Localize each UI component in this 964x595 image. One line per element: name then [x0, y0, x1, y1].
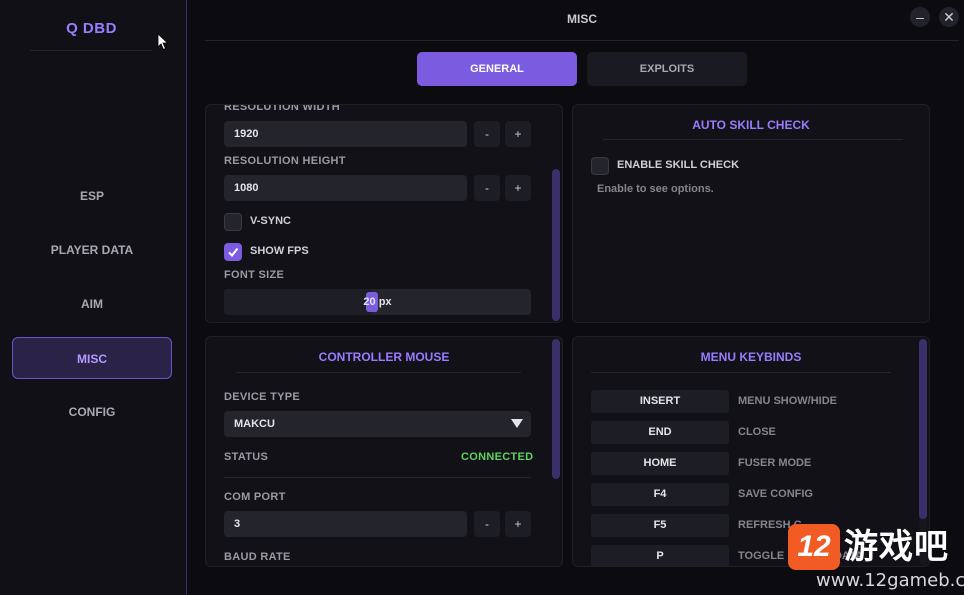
- com-port-input[interactable]: 3: [224, 511, 467, 537]
- keybind-end-button[interactable]: END: [591, 421, 729, 444]
- skill-check-hint: Enable to see options.: [597, 183, 714, 195]
- watermark-badge: 12: [788, 524, 840, 570]
- baud-rate-label: BAUD RATE: [224, 551, 291, 563]
- sidebar: Q DBD ESP PLAYER DATA AIM MISC CONFIG: [0, 0, 187, 595]
- status-divider: [224, 477, 531, 478]
- page-title: MISC: [567, 12, 597, 26]
- tab-exploits[interactable]: EXPLOITS: [587, 52, 747, 86]
- resolution-height-increment-button[interactable]: +: [505, 175, 531, 201]
- com-port-decrement-button[interactable]: -: [474, 511, 500, 537]
- font-size-label: FONT SIZE: [224, 269, 285, 281]
- keybind-action-label: CLOSE: [738, 426, 776, 438]
- sidebar-item-config[interactable]: CONFIG: [12, 391, 172, 433]
- com-port-label: COM PORT: [224, 491, 286, 503]
- tab-general[interactable]: GENERAL: [417, 52, 577, 86]
- controller-mouse-divider: [236, 372, 521, 373]
- show-fps-label: SHOW FPS: [250, 245, 309, 257]
- controller-mouse-panel: CONTROLLER MOUSE DEVICE TYPE MAKCU STATU…: [205, 336, 563, 567]
- enable-skill-check-label: ENABLE SKILL CHECK: [617, 159, 740, 171]
- font-size-slider[interactable]: 20 px: [224, 289, 531, 315]
- device-type-label: DEVICE TYPE: [224, 391, 301, 403]
- connection-status-badge: CONNECTED: [461, 451, 534, 463]
- keybind-insert-button[interactable]: INSERT: [591, 390, 729, 413]
- resolution-width-increment-button[interactable]: +: [505, 121, 531, 147]
- keybind-action-label: MENU SHOW/HIDE: [738, 395, 837, 407]
- dropdown-arrow-icon: [511, 419, 523, 428]
- checkmark-icon: [228, 247, 239, 258]
- controller-mouse-title: CONTROLLER MOUSE: [318, 350, 450, 364]
- keybind-p-button[interactable]: P: [591, 545, 729, 566]
- controller-panel-scroll-thumb[interactable]: [552, 339, 560, 479]
- header-divider: [205, 40, 959, 41]
- auto-skill-check-panel: AUTO SKILL CHECK ENABLE SKILL CHECK Enab…: [572, 104, 930, 323]
- status-label: STATUS: [224, 451, 269, 463]
- auto-skill-check-title: AUTO SKILL CHECK: [692, 118, 810, 132]
- font-size-value: 20 px: [363, 296, 392, 308]
- minimize-button[interactable]: –: [910, 7, 930, 27]
- resolution-width-input[interactable]: 1920: [224, 121, 467, 147]
- show-fps-checkbox[interactable]: [224, 243, 242, 261]
- resolution-height-label: RESOLUTION HEIGHT: [224, 155, 346, 167]
- sidebar-item-misc[interactable]: MISC: [12, 337, 172, 379]
- display-panel-scrollbar[interactable]: [552, 169, 560, 321]
- menu-keybinds-title: MENU KEYBINDS: [700, 350, 802, 364]
- enable-skill-check-checkbox[interactable]: [591, 157, 609, 175]
- sidebar-item-player-data[interactable]: PLAYER DATA: [12, 229, 172, 271]
- controller-panel-scrollbar[interactable]: [552, 339, 560, 479]
- resolution-height-decrement-button[interactable]: -: [474, 175, 500, 201]
- sidebar-item-esp[interactable]: ESP: [12, 175, 172, 217]
- display-panel-scroll-thumb[interactable]: [552, 169, 560, 321]
- device-type-value: MAKCU: [234, 418, 275, 430]
- keybind-f4-button[interactable]: F4: [591, 483, 729, 506]
- keybind-action-label: FUSER MODE: [738, 457, 812, 469]
- minimize-icon: –: [916, 9, 924, 25]
- vsync-checkbox[interactable]: [224, 213, 242, 231]
- device-type-select[interactable]: MAKCU: [224, 411, 531, 437]
- display-settings-panel: RESOLUTION WIDTH 1920 - + RESOLUTION HEI…: [205, 104, 563, 323]
- keybind-action-label: SAVE CONFIG: [738, 488, 813, 500]
- watermark-text: 游戏吧: [844, 528, 949, 566]
- resolution-width-label: RESOLUTION WIDTH: [224, 104, 341, 113]
- resolution-height-input[interactable]: 1080: [224, 175, 467, 201]
- brand-divider: [30, 50, 152, 51]
- keybind-f5-button[interactable]: F5: [591, 514, 729, 537]
- mouse-cursor-icon: [157, 33, 169, 51]
- resolution-width-decrement-button[interactable]: -: [474, 121, 500, 147]
- watermark: 12 游戏吧 www.12gameb.com: [788, 520, 964, 595]
- keybinds-panel-scroll-thumb[interactable]: [919, 339, 927, 519]
- keybind-home-button[interactable]: HOME: [591, 452, 729, 475]
- close-button[interactable]: ✕: [939, 7, 959, 27]
- auto-skill-check-divider: [603, 139, 903, 140]
- sidebar-item-aim[interactable]: AIM: [12, 283, 172, 325]
- close-icon: ✕: [943, 9, 955, 25]
- menu-keybinds-divider: [591, 372, 891, 373]
- vsync-label: V-SYNC: [250, 215, 291, 227]
- watermark-url: www.12gameb.com: [816, 570, 964, 591]
- brand-title: Q DBD: [66, 20, 117, 37]
- com-port-increment-button[interactable]: +: [505, 511, 531, 537]
